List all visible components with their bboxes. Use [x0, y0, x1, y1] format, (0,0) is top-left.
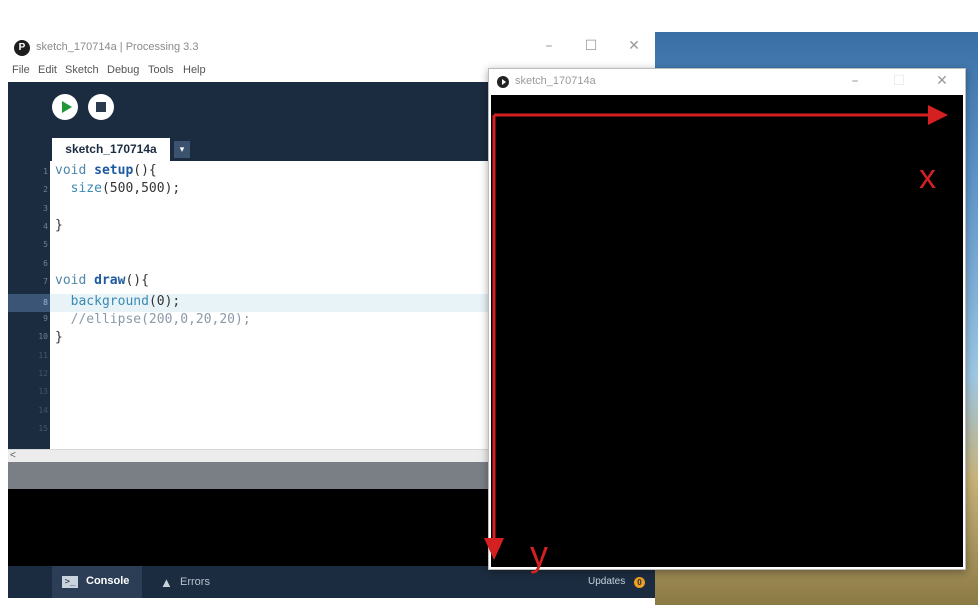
x-axis-label: x — [919, 158, 936, 196]
axis-annotation-overlay — [484, 105, 948, 560]
y-axis-arrowhead-icon — [484, 538, 504, 560]
y-axis-label: y — [530, 533, 548, 574]
x-axis-arrowhead-icon — [928, 105, 948, 125]
